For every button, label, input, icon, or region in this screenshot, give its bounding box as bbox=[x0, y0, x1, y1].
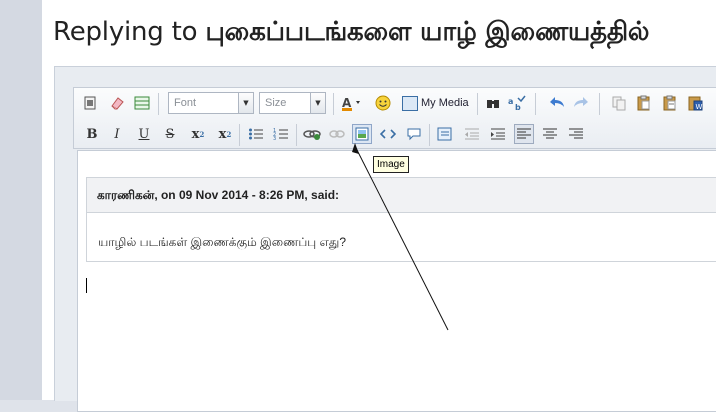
image-tooltip: Image bbox=[373, 156, 409, 173]
annotation-arrow bbox=[352, 143, 449, 331]
